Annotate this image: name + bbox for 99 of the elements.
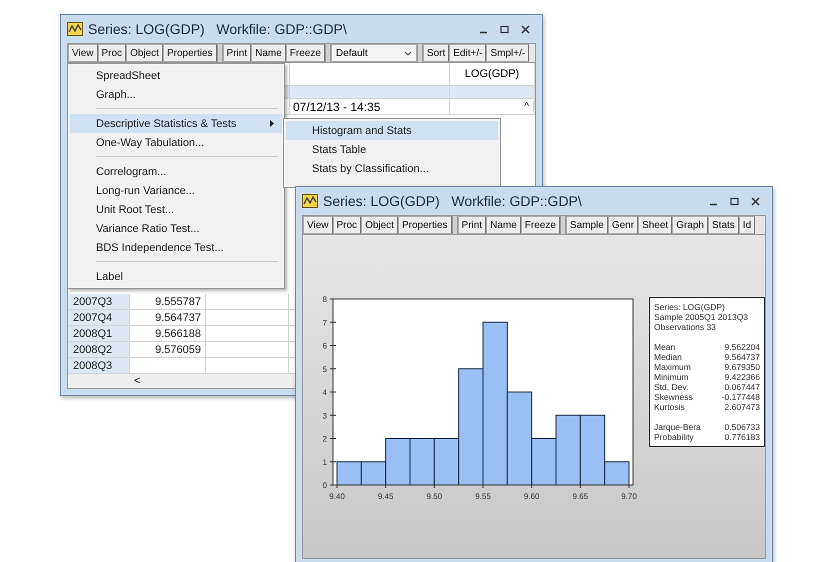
menu-item[interactable]: Variance Ratio Test... [70,219,282,238]
maximize-icon[interactable] [500,24,509,34]
menu-item[interactable]: Label [70,267,282,286]
menu-item[interactable]: Stats by Classification... [286,159,498,178]
stat-value: 0.506733 [724,422,760,432]
stats-header-text: Observations 33 [654,322,717,332]
toolbar-button[interactable]: Properties [398,216,452,234]
close-icon[interactable] [521,24,530,34]
row-label: 2008Q1 [68,326,130,341]
stats-header-text: Sample 2005Q1 2013Q3 [654,312,750,322]
menu-item[interactable]: BDS Independence Test... [70,238,282,257]
column-header: LOG(GDP) [450,63,535,85]
caret-icon [404,50,412,56]
stat-label: Mean [654,342,676,352]
table-cell: 9.555787 [130,294,206,309]
stat-label: Probability [654,432,694,442]
submenu-arrow-icon [270,120,274,127]
menu-item[interactable]: One-Way Tabulation... [70,133,282,152]
stat-label: Skewness [654,392,693,402]
x-tick-label: 9.60 [524,492,540,501]
stat-value: 0.776183 [724,432,760,442]
y-tick-label: 3 [322,411,327,420]
toolbar-button[interactable]: Freeze [286,44,325,62]
stat-label: Maximum [654,362,691,372]
x-tick-label: 9.65 [572,492,588,501]
x-tick-label: 9.40 [329,492,345,501]
stat-value: 9.564737 [724,352,760,362]
toolbar-button[interactable]: Print [222,44,252,62]
toolbar-button[interactable]: Name [251,44,286,62]
timestamp-text: 07/12/13 - 14:35 [290,99,450,114]
window-title: Series: LOG(GDP) Workfile: GDP::GDP\ [323,193,582,209]
toolbar-button[interactable]: Proc [332,216,362,234]
toolbar-button[interactable]: Id [738,216,756,234]
menu-item[interactable]: Histogram and Stats [286,121,498,140]
toolbar-button[interactable]: Proc [98,44,126,62]
stat-value: 2.607473 [724,402,760,412]
toolbar-button[interactable]: Properties [162,44,217,62]
stat-value: 0.067447 [724,382,760,392]
y-tick-label: 2 [322,434,327,444]
x-tick-label: 9.50 [426,492,442,501]
display-dropdown[interactable]: Default [330,44,417,62]
toolbar-button[interactable]: Print [458,216,486,234]
row-label: 2007Q4 [68,310,130,325]
close-icon[interactable] [751,196,760,206]
stat-label: Minimum [654,372,688,382]
toolbar-button[interactable]: View [303,216,332,234]
chart-window-icon [67,22,83,36]
stats-header-text: Series: LOG(GDP) [654,302,726,312]
stat-label: Median [654,352,682,362]
stat-value: 9.562204 [724,342,760,352]
maximize-icon[interactable] [730,196,739,206]
toolbar-button[interactable]: Name [486,216,521,234]
y-tick-label: 5 [322,364,327,374]
toolbar-button[interactable]: Sort [422,44,450,62]
histogram-bar [410,438,435,486]
histogram-bar [336,461,362,486]
scroll-up-button[interactable]: ^ [520,101,534,112]
stat-label: Std. Dev. [654,382,688,392]
row-label: 2008Q2 [68,342,130,357]
y-tick-label: 1 [322,458,327,467]
toolbar-button[interactable]: Smpl+/- [486,44,530,62]
x-tick-label: 9.70 [621,492,637,501]
menu-item[interactable]: Unit Root Test... [70,200,282,219]
toolbar-button[interactable]: Genr [608,216,638,234]
y-tick-label: 4 [322,388,327,397]
toolbar-button[interactable]: Edit+/- [449,44,486,62]
stat-value: -0.177448 [722,392,760,402]
x-tick-label: 9.55 [475,492,491,501]
x-tick-label: 9.45 [378,492,394,501]
table-cell: 9.576059 [130,342,206,357]
stat-value: 9.422366 [724,372,760,382]
menu-item[interactable]: Graph... [70,85,282,104]
toolbar-button[interactable]: Sample [566,216,608,234]
toolbar-button[interactable]: Object [361,216,398,234]
y-tick-label: 7 [322,318,327,328]
menu-item[interactable]: Long-run Variance... [70,181,282,200]
stat-label: Jarque-Bera [654,422,701,432]
y-tick-label: 6 [322,342,327,350]
scroll-left-button[interactable]: < [134,375,140,387]
menu-item[interactable]: Descriptive Statistics & Tests [70,114,282,133]
toolbar-button[interactable]: Object [126,44,163,62]
toolbar-button[interactable]: Graph [672,216,708,234]
toolbar-button[interactable]: Sheet [638,216,672,234]
y-tick-label: 8 [322,295,327,304]
stat-value: 9.679350 [724,362,760,372]
toolbar-button[interactable]: Stats [708,216,739,234]
window-title: Series: LOG(GDP) Workfile: GDP::GDP\ [88,21,347,37]
row-label: 2008Q3 [68,358,130,373]
toolbar-button[interactable]: View [68,44,98,62]
menu-item[interactable]: Stats Table [286,140,498,159]
chart-window-icon [302,194,318,208]
toolbar-button[interactable]: Freeze [520,216,560,234]
table-cell: 9.566188 [130,326,206,341]
table-cell: 9.564737 [130,310,206,325]
menu-item[interactable]: SpreadSheet [70,66,282,85]
y-tick-label: 0 [322,481,327,490]
menu-item[interactable]: Correlogram... [70,162,282,181]
row-label: 2007Q3 [68,294,130,309]
stat-label: Kurtosis [654,402,685,412]
